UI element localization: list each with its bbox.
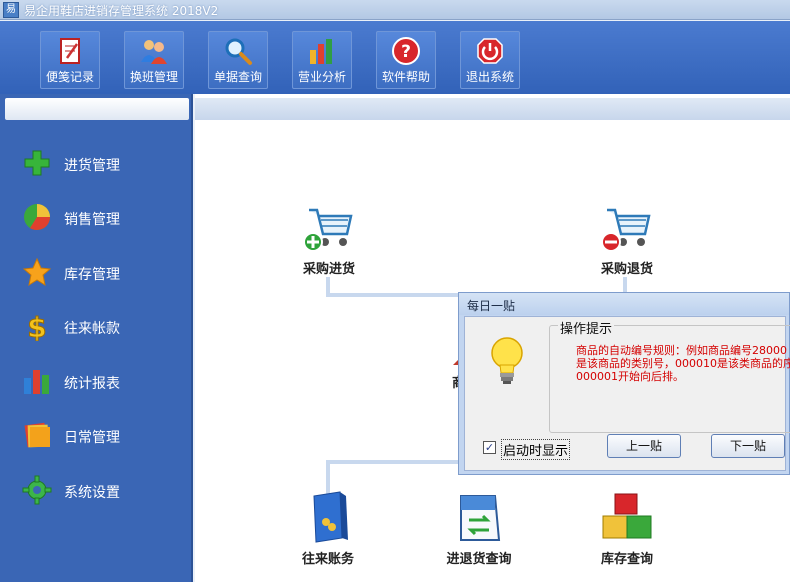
sidebar-item-settings[interactable]: 系统设置 bbox=[22, 473, 182, 507]
plus-icon bbox=[22, 148, 52, 178]
users-icon bbox=[139, 36, 169, 66]
folders-icon bbox=[22, 420, 52, 450]
star-icon bbox=[22, 257, 52, 287]
chart-icon bbox=[22, 366, 52, 396]
purchase-return-item[interactable]: 采购退货 bbox=[572, 200, 682, 277]
lightbulb-icon bbox=[487, 335, 527, 387]
business-analysis-label: 营业分析 bbox=[297, 70, 346, 84]
power-icon bbox=[475, 36, 505, 66]
exchange-doc-icon bbox=[451, 490, 507, 546]
next-tip-button[interactable]: 下一贴 bbox=[711, 434, 785, 458]
tip-line: 是该商品的类别号，000010是该类商品的序 bbox=[576, 357, 790, 370]
sidebar-item-reports[interactable]: 统计报表 bbox=[22, 364, 182, 398]
help-label: 软件帮助 bbox=[381, 70, 430, 84]
dollar-icon: $ bbox=[22, 311, 52, 345]
accounts-item[interactable]: 往来账务 bbox=[273, 490, 383, 567]
app-logo-icon: 易 bbox=[3, 2, 19, 18]
tip-line: 000001开始向后排。 bbox=[576, 370, 684, 383]
sidebar: 进货管理 销售管理 库存管理 $ 往来帐款 统计报表 日常管理 系统设置 bbox=[0, 94, 193, 582]
shift-manage-label: 换班管理 bbox=[129, 70, 178, 84]
sidebar-item-label: 往来帐款 bbox=[64, 321, 120, 337]
sidebar-item-daily[interactable]: 日常管理 bbox=[22, 418, 182, 452]
sidebar-item-label: 日常管理 bbox=[64, 430, 120, 446]
purchase-in-item[interactable]: 采购进货 bbox=[274, 200, 384, 277]
tip-text: 商品的自动编号规则：例如商品编号28000 是该商品的类别号，000010是该类… bbox=[576, 344, 790, 383]
title-bar: 易 易企用鞋店进销存管理系统 2018V2 bbox=[0, 0, 790, 20]
show-on-startup-label: 启动时显示 bbox=[501, 439, 571, 460]
ledger-book-icon bbox=[300, 490, 356, 546]
exit-button[interactable]: 退出系统 bbox=[460, 31, 520, 89]
notepad-icon bbox=[55, 36, 85, 66]
bar-chart-icon bbox=[307, 36, 337, 66]
sidebar-item-label: 销售管理 bbox=[64, 212, 120, 228]
daily-tip-dialog: 每日一贴 操作提示 商品的自动编号规则：例如商品编号28000 是该商品的类别号… bbox=[458, 292, 790, 475]
window-title: 易企用鞋店进销存管理系统 2018V2 bbox=[24, 4, 219, 18]
exit-label: 退出系统 bbox=[465, 70, 514, 84]
doc-query-button[interactable]: 单据查询 bbox=[208, 31, 268, 89]
svg-text:$: $ bbox=[27, 311, 46, 341]
gear-icon bbox=[22, 475, 52, 505]
sidebar-item-sales[interactable]: 销售管理 bbox=[22, 200, 182, 234]
notes-button-label: 便笺记录 bbox=[45, 70, 94, 84]
dialog-title-bar[interactable]: 每日一贴 bbox=[459, 293, 789, 315]
magnifier-icon bbox=[223, 36, 253, 66]
flow-connector bbox=[326, 460, 466, 464]
sidebar-item-label: 库存管理 bbox=[64, 267, 120, 283]
prev-tip-button[interactable]: 上一贴 bbox=[607, 434, 681, 458]
accounts-label: 往来账务 bbox=[301, 552, 354, 567]
help-button[interactable]: ? 软件帮助 bbox=[376, 31, 436, 89]
tip-line: 商品的自动编号规则：例如商品编号28000 bbox=[576, 344, 787, 357]
business-analysis-button[interactable]: 营业分析 bbox=[292, 31, 352, 89]
sidebar-item-label: 统计报表 bbox=[64, 376, 120, 392]
sidebar-item-label: 系统设置 bbox=[64, 485, 120, 501]
purchase-return-label: 采购退货 bbox=[600, 262, 653, 277]
doc-query-label: 单据查询 bbox=[213, 70, 262, 84]
sidebar-item-accounts[interactable]: $ 往来帐款 bbox=[22, 309, 182, 345]
in-return-query-label: 进退货查询 bbox=[446, 552, 512, 567]
in-return-query-item[interactable]: 进退货查询 bbox=[424, 490, 534, 567]
cart-add-icon bbox=[301, 200, 357, 256]
notes-button[interactable]: 便笺记录 bbox=[40, 31, 100, 89]
sidebar-header bbox=[5, 98, 189, 120]
sidebar-item-label: 进货管理 bbox=[64, 158, 120, 174]
sidebar-item-purchase[interactable]: 进货管理 bbox=[22, 146, 182, 180]
main-header-bar bbox=[195, 98, 790, 120]
cart-remove-icon bbox=[599, 200, 655, 256]
stock-query-label: 库存查询 bbox=[600, 552, 653, 567]
tip-group-box: 操作提示 商品的自动编号规则：例如商品编号28000 是该商品的类别号，0000… bbox=[549, 318, 790, 433]
pie-chart-icon bbox=[22, 202, 52, 232]
sidebar-item-inventory[interactable]: 库存管理 bbox=[22, 255, 182, 289]
help-icon: ? bbox=[391, 36, 421, 66]
stock-query-item[interactable]: 库存查询 bbox=[572, 490, 682, 567]
tip-group-title: 操作提示 bbox=[558, 318, 615, 337]
main-toolbar: 便笺记录 换班管理 单据查询 营业分析 ? 软件帮助 退出系统 bbox=[0, 21, 790, 94]
dialog-title: 每日一贴 bbox=[467, 299, 516, 313]
shift-manage-button[interactable]: 换班管理 bbox=[124, 31, 184, 89]
checkbox-check-icon[interactable]: ✓ bbox=[483, 441, 496, 454]
dialog-body: 操作提示 商品的自动编号规则：例如商品编号28000 是该商品的类别号，0000… bbox=[464, 316, 790, 471]
svg-text:?: ? bbox=[401, 42, 411, 62]
boxes-icon bbox=[599, 490, 655, 546]
purchase-in-label: 采购进货 bbox=[302, 262, 355, 277]
